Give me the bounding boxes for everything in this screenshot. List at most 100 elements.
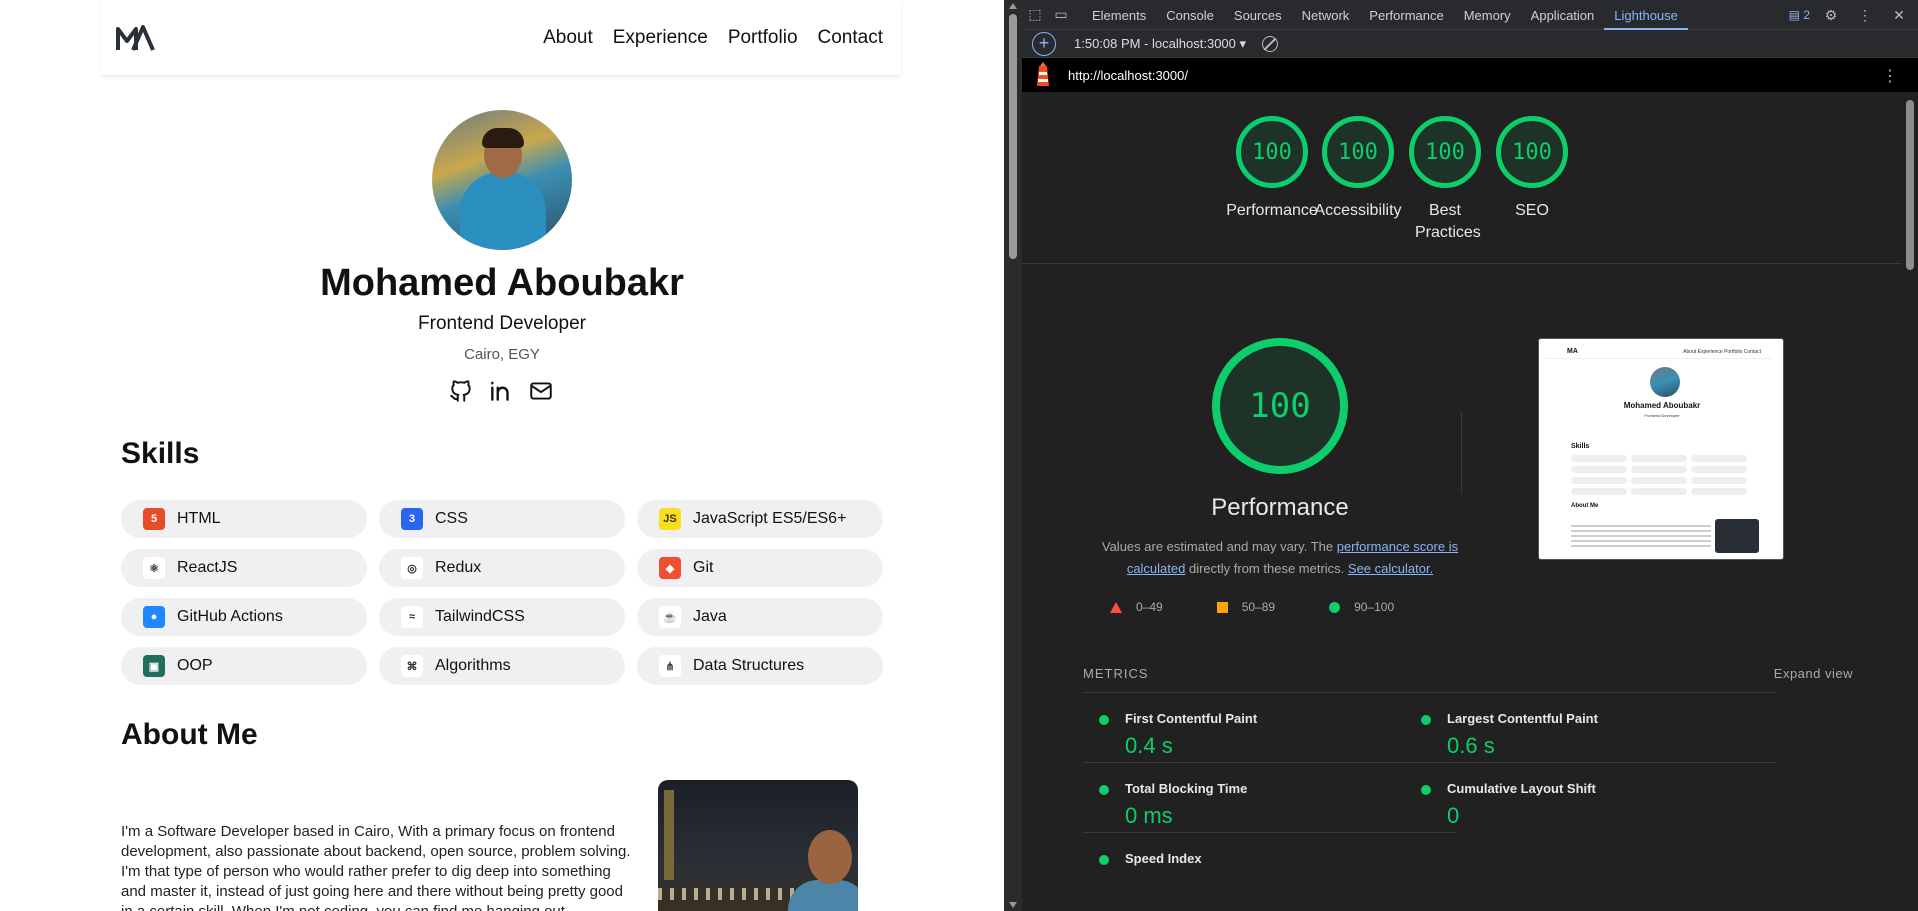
new-report-button[interactable]: + [1032, 31, 1056, 56]
html5-icon: 5 [143, 508, 165, 530]
skill-pill[interactable]: 5 HTML [121, 500, 367, 538]
algorithms-icon: ⌘ [401, 655, 423, 677]
report-scrollbar[interactable] [1902, 92, 1918, 911]
tab-performance[interactable]: Performance [1359, 0, 1453, 30]
skill-pill[interactable]: ☕ Java [637, 598, 883, 636]
nav-link-contact[interactable]: Contact [818, 27, 883, 49]
gauge-seo[interactable]: 100 SEO [1477, 116, 1587, 222]
gauge-score: 100 [1322, 116, 1394, 188]
page-scrollbar[interactable] [1004, 0, 1022, 911]
metrics-header: METRICS Expand view [1083, 666, 1853, 681]
profile-avatar [432, 110, 572, 250]
lighthouse-toolbar: + 1:50:08 PM - localhost:3000 ▾ [1022, 30, 1918, 58]
skill-pill[interactable]: 3 CSS [379, 500, 625, 538]
skill-pill[interactable]: ≈ TailwindCSS [379, 598, 625, 636]
ma-logo-icon[interactable] [115, 23, 155, 53]
skill-label: Java [693, 608, 727, 625]
metric-cumulative-layout-shift: Cumulative Layout Shift 0 [1405, 762, 1777, 848]
tab-memory[interactable]: Memory [1454, 0, 1521, 30]
skill-label: CSS [435, 510, 468, 527]
scrollbar-thumb[interactable] [1009, 14, 1017, 259]
scroll-up-arrow-icon[interactable] [1009, 3, 1017, 9]
metric-name: Speed Index [1125, 851, 1202, 866]
score-legend: 0–49 50–89 90–100 [1110, 600, 1394, 614]
pass-circle-icon [1329, 601, 1341, 613]
settings-gear-icon[interactable]: ⚙ [1818, 2, 1844, 28]
java-icon: ☕ [659, 606, 681, 628]
tab-lighthouse[interactable]: Lighthouse [1604, 0, 1688, 30]
performance-main-label: Performance [1211, 494, 1349, 521]
pass-circle-icon [1421, 715, 1431, 725]
lighthouse-url-bar: http://localhost:3000/ ⋮ [1022, 58, 1918, 92]
gauge-score: 100 [1236, 116, 1308, 188]
devtools-panel: ⬚ ▭ Elements Console Sources Network Perform… [1022, 0, 1918, 911]
pass-circle-icon [1421, 785, 1431, 795]
skill-pill[interactable]: ⋔ Data Structures [637, 647, 883, 685]
pass-circle-icon [1099, 715, 1109, 725]
lighthouse-report: 100 Performance 100 Accessibility 100 Best Pr… [1022, 92, 1902, 911]
report-selector[interactable]: 1:50:08 PM - localhost:3000 ▾ [1074, 36, 1246, 52]
skill-pill[interactable]: ◎ Redux [379, 549, 625, 587]
skill-label: TailwindCSS [435, 608, 525, 625]
nav-links: About Experience Portfolio Contact [543, 27, 883, 49]
devtools-tabs: Elements Console Sources Network Performance… [1082, 0, 1688, 30]
oop-icon: ▣ [143, 655, 165, 677]
pass-circle-icon [1099, 785, 1109, 795]
average-square-icon [1216, 601, 1228, 613]
device-toolbar-icon[interactable]: ▭ [1048, 2, 1074, 28]
tab-console[interactable]: Console [1156, 0, 1224, 30]
about-heading: About Me [121, 718, 258, 751]
skill-label: OOP [177, 657, 213, 674]
metrics-title: METRICS [1083, 666, 1149, 681]
tailwind-icon: ≈ [401, 606, 423, 628]
skill-label: HTML [177, 510, 221, 527]
tab-elements[interactable]: Elements [1082, 0, 1156, 30]
skill-label: JavaScript ES5/ES6+ [693, 510, 847, 527]
metric-value: 0 [1447, 803, 1460, 828]
skill-pill[interactable]: ⚛ ReactJS [121, 549, 367, 587]
skill-label: Data Structures [693, 657, 805, 674]
more-options-icon[interactable]: ⋮ [1852, 2, 1878, 28]
skill-label: Git [693, 559, 714, 576]
metric-name: First Contentful Paint [1125, 711, 1258, 726]
vertical-divider [1461, 412, 1462, 494]
metric-speed-index: Speed Index [1083, 832, 1455, 911]
metric-value: 0.6 s [1447, 733, 1495, 758]
profile-role: Frontend Developer [418, 313, 586, 334]
skill-pill[interactable]: ▣ OOP [121, 647, 367, 685]
data-structures-icon: ⋔ [659, 655, 681, 677]
report-scrollbar-thumb[interactable] [1906, 100, 1914, 270]
final-screenshot-thumbnail[interactable]: MA About Experience Portfolio Contact Moh… [1538, 338, 1784, 560]
estimate-note: Values are estimated and may vary. The p… [1101, 539, 1459, 576]
skill-pill[interactable]: ● GitHub Actions [121, 598, 367, 636]
tab-network[interactable]: Network [1292, 0, 1360, 30]
metric-value: 0.4 s [1125, 733, 1173, 758]
github-icon[interactable] [448, 378, 474, 404]
skill-pill[interactable]: ⌘ Algorithms [379, 647, 625, 685]
git-icon: ◆ [659, 557, 681, 579]
javascript-icon: JS [659, 508, 681, 530]
skill-label: GitHub Actions [177, 608, 283, 625]
tab-sources[interactable]: Sources [1224, 0, 1292, 30]
report-menu-icon[interactable]: ⋮ [1882, 66, 1898, 86]
inspect-element-icon[interactable]: ⬚ [1022, 2, 1048, 28]
audited-url[interactable]: http://localhost:3000/ [1068, 68, 1188, 83]
tab-application[interactable]: Application [1521, 0, 1605, 30]
scroll-down-arrow-icon[interactable] [1009, 902, 1017, 908]
nav-link-portfolio[interactable]: Portfolio [728, 27, 798, 49]
see-calculator-link[interactable]: See calculator. [1348, 561, 1433, 576]
github-actions-icon: ● [143, 606, 165, 628]
nav-link-experience[interactable]: Experience [613, 27, 708, 49]
performance-main-gauge: 100 [1212, 338, 1348, 474]
skill-pill[interactable]: ◆ Git [637, 549, 883, 587]
close-devtools-icon[interactable]: ✕ [1886, 2, 1912, 28]
expand-view-toggle[interactable]: Expand view [1774, 666, 1853, 681]
nav-link-about[interactable]: About [543, 27, 593, 49]
clear-reports-icon[interactable] [1262, 35, 1279, 52]
linkedin-icon[interactable] [488, 378, 514, 404]
email-icon[interactable] [528, 378, 554, 404]
profile-name: Mohamed Aboubakr [320, 262, 684, 304]
issues-badge[interactable]: ▤ 2 [1789, 8, 1810, 22]
skill-pill[interactable]: JS JavaScript ES5/ES6+ [637, 500, 883, 538]
legend-pass: 90–100 [1329, 600, 1394, 614]
